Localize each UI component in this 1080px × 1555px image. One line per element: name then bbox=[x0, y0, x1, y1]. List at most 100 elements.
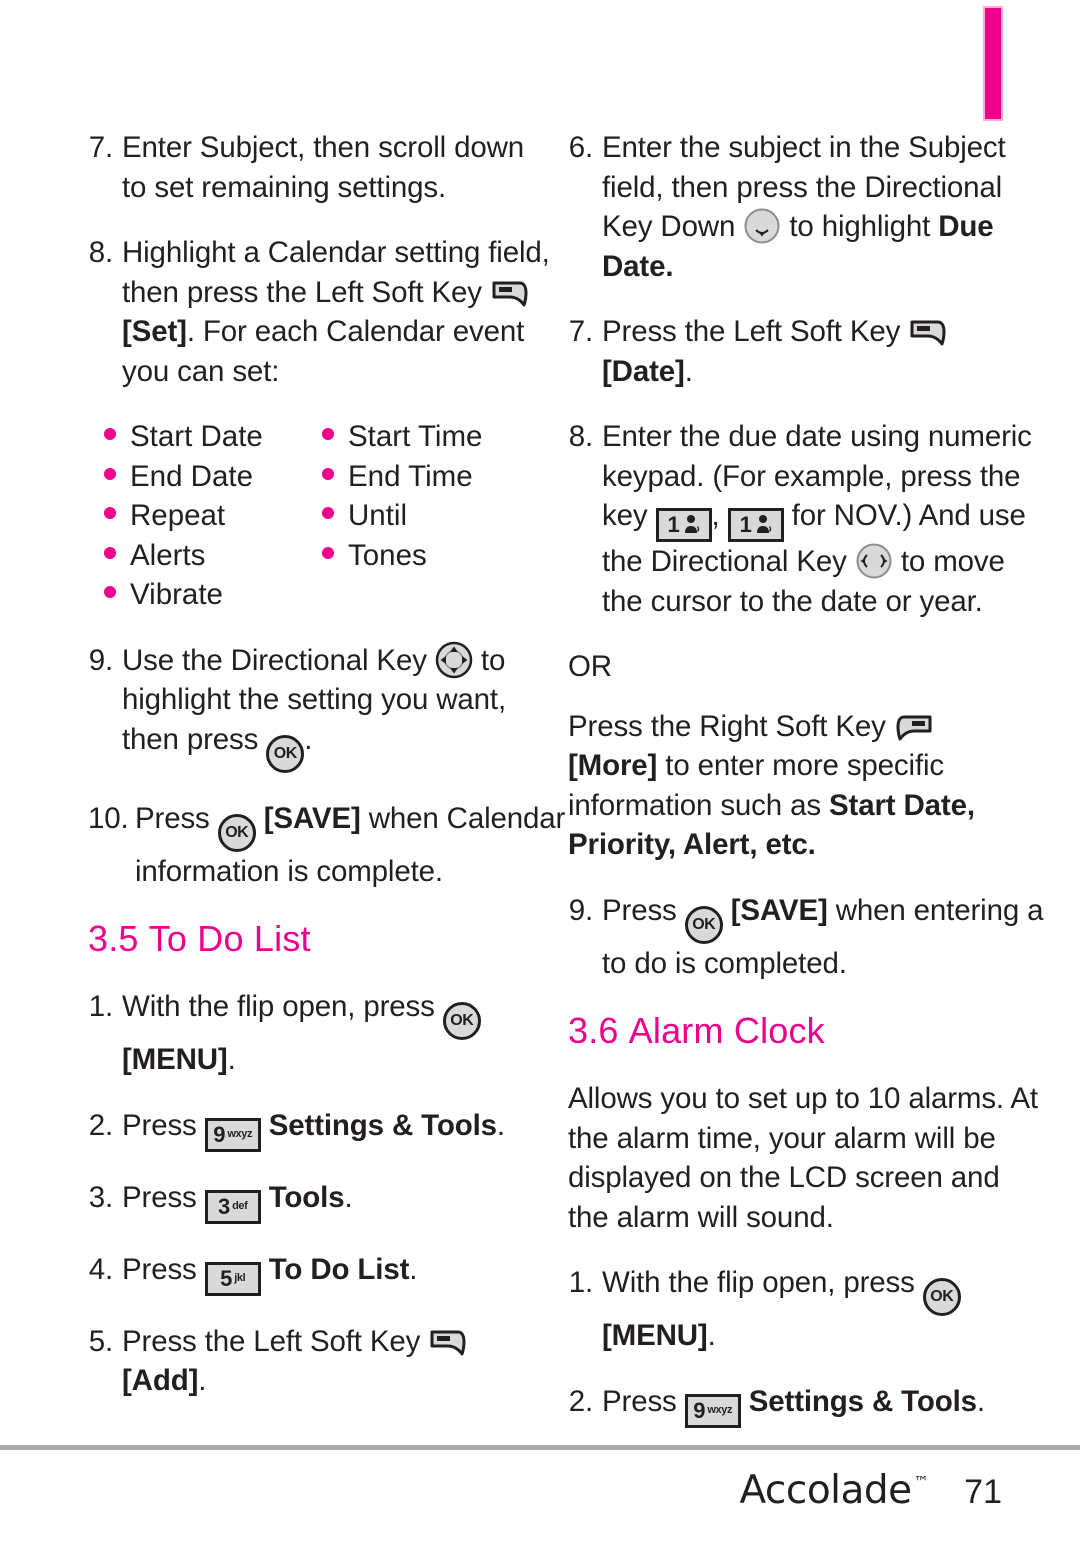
ok-key-label: OK bbox=[692, 915, 716, 933]
step-number: 4. bbox=[88, 1252, 113, 1286]
step-text: Press 9 wxyz Settings & Tools. bbox=[602, 1382, 1048, 1428]
step-text-part: Press bbox=[602, 893, 685, 927]
ok-key-icon: OK bbox=[217, 813, 256, 852]
step-text: With the flip open, press OK [MENU]. bbox=[602, 1263, 1048, 1356]
step-text: Press OK [SAVE] when entering a to do is… bbox=[602, 891, 1048, 984]
bullet-dot-icon bbox=[104, 586, 116, 598]
save-label: [SAVE] bbox=[263, 801, 361, 835]
keypad-key-1-icon: 1 bbox=[727, 508, 784, 542]
step-item: 2. Press 9 wxyz Settings & Tools. bbox=[88, 1106, 568, 1152]
list-item: End Date bbox=[104, 457, 322, 497]
menu-target-label: Settings & Tools bbox=[748, 1384, 977, 1418]
step-text-part: Highlight a Calendar setting field, then… bbox=[122, 236, 550, 309]
step-text: Use the Directional Key to highlight the… bbox=[122, 641, 568, 773]
step-number: 8. bbox=[568, 420, 593, 453]
step-text-part: Press the Right Soft Key bbox=[568, 709, 894, 743]
save-label: [SAVE] bbox=[730, 893, 828, 927]
key-digit: 3 bbox=[218, 1193, 231, 1219]
bullet-dot-icon bbox=[322, 507, 334, 519]
section-tab-marker bbox=[983, 6, 1003, 121]
step-text: Enter the due date using numeric keypad.… bbox=[602, 417, 1048, 621]
list-item-label: Until bbox=[348, 499, 408, 532]
list-item-label: End Date bbox=[130, 459, 253, 493]
step-item: 8. Highlight a Calendar setting field, t… bbox=[88, 233, 568, 391]
list-item: Until bbox=[322, 496, 540, 536]
step-text-part: With the flip open, press bbox=[122, 990, 443, 1023]
list-item-label: End Time bbox=[348, 459, 473, 493]
section-heading-to-do-list: 3.5 To Do List bbox=[88, 917, 568, 961]
voicemail-icon bbox=[682, 514, 700, 536]
list-item: Start Date bbox=[104, 417, 322, 457]
voicemail-icon bbox=[754, 514, 772, 536]
menu-label: [MENU] bbox=[122, 1043, 228, 1076]
ok-key-icon: OK bbox=[266, 734, 305, 773]
step-number: 1. bbox=[568, 1266, 593, 1299]
right-column: 6. Enter the subject in the Subject fiel… bbox=[568, 128, 1048, 1454]
step-text-part: . bbox=[304, 722, 313, 756]
list-item: Start Time bbox=[322, 417, 540, 457]
footer-divider bbox=[0, 1445, 1080, 1450]
step-item: 7. Press the Left Soft Key [Date]. bbox=[568, 312, 1048, 391]
key-digit: 9 bbox=[693, 1397, 706, 1423]
step-text: With the flip open, press OK [MENU]. bbox=[122, 987, 568, 1080]
list-item: Alerts bbox=[104, 536, 322, 576]
step-text-part: . bbox=[344, 1180, 353, 1214]
step-number: 9. bbox=[568, 893, 593, 927]
step-text: Enter the subject in the Subject field, … bbox=[602, 128, 1048, 286]
key-digit: 9 bbox=[213, 1121, 226, 1147]
directional-key-icon bbox=[435, 641, 473, 679]
key-letters: def bbox=[232, 1200, 248, 1212]
step-number: 10. bbox=[88, 801, 129, 835]
list-item-label: Tones bbox=[348, 538, 427, 572]
step-text-part: Use the Directional Key bbox=[122, 643, 435, 677]
step-item: 4. Press 5 jkl To Do List. bbox=[88, 1250, 568, 1296]
soft-key-label: [More] bbox=[568, 749, 658, 782]
or-paragraph: Press the Right Soft Key [More] to enter… bbox=[568, 707, 1048, 865]
list-item-label: Vibrate bbox=[130, 578, 223, 611]
section-heading-alarm-clock: 3.6 Alarm Clock bbox=[568, 1009, 1048, 1053]
step-number: 9. bbox=[88, 643, 113, 677]
keypad-key-5-icon: 5 jkl bbox=[204, 1261, 261, 1296]
step-text-part: , bbox=[711, 499, 728, 532]
step-text-part: . bbox=[976, 1384, 985, 1418]
step-item: 10. Press OK [SAVE] when Calendar inform… bbox=[88, 799, 568, 892]
directional-key-leftright-icon bbox=[855, 542, 893, 580]
ok-key-label: OK bbox=[225, 823, 249, 841]
bullet-dot-icon bbox=[322, 467, 334, 480]
step-item: 2. Press 9 wxyz Settings & Tools. bbox=[568, 1382, 1048, 1428]
soft-key-label: [Date] bbox=[602, 354, 685, 388]
left-soft-key-icon bbox=[428, 1328, 468, 1358]
bullet-dot-icon bbox=[322, 428, 334, 440]
keypad-key-1-icon: 1 bbox=[655, 508, 712, 542]
list-item-label: Start Time bbox=[348, 420, 483, 453]
ok-key-label: OK bbox=[450, 1012, 474, 1029]
key-letters: wxyz bbox=[227, 1128, 253, 1140]
left-soft-key-icon bbox=[908, 318, 948, 348]
step-number: 5. bbox=[88, 1324, 113, 1358]
list-item: Repeat bbox=[104, 496, 322, 536]
menu-target-label: Settings & Tools bbox=[268, 1108, 497, 1142]
left-column: 7. Enter Subject, then scroll down to se… bbox=[88, 128, 568, 1427]
bullet-column-1: Start Date End Date Repeat Alerts Vibrat… bbox=[104, 417, 322, 615]
section-number: 3.5 bbox=[88, 918, 139, 959]
step-text-part: Press the Left Soft Key bbox=[602, 315, 909, 348]
step-text-part: . bbox=[198, 1364, 207, 1397]
key-digit: 1 bbox=[667, 512, 680, 537]
keypad-key-9-icon: 9 wxyz bbox=[204, 1117, 261, 1152]
step-text: Highlight a Calendar setting field, then… bbox=[122, 233, 568, 391]
step-item: 9. Use the Directional Key to highlight … bbox=[88, 641, 568, 773]
step-number: 7. bbox=[88, 131, 113, 164]
keypad-key-9-icon: 9 wxyz bbox=[684, 1393, 741, 1428]
page-footer: Accolade ™ 71 bbox=[739, 1468, 1002, 1513]
list-item-label: Alerts bbox=[130, 538, 206, 572]
step-text-part: Press bbox=[122, 1180, 205, 1214]
step-text-part: Press bbox=[602, 1384, 685, 1418]
step-item: 5. Press the Left Soft Key [Add]. bbox=[88, 1322, 568, 1401]
step-text-part: . bbox=[496, 1108, 505, 1142]
page-number: 71 bbox=[964, 1473, 1002, 1511]
step-text-part: With the flip open, press bbox=[602, 1266, 923, 1299]
brand-name: Accolade bbox=[739, 1468, 912, 1513]
list-item-label: Repeat bbox=[130, 499, 226, 532]
step-number: 2. bbox=[88, 1108, 113, 1142]
step-text-part: . bbox=[684, 354, 693, 388]
